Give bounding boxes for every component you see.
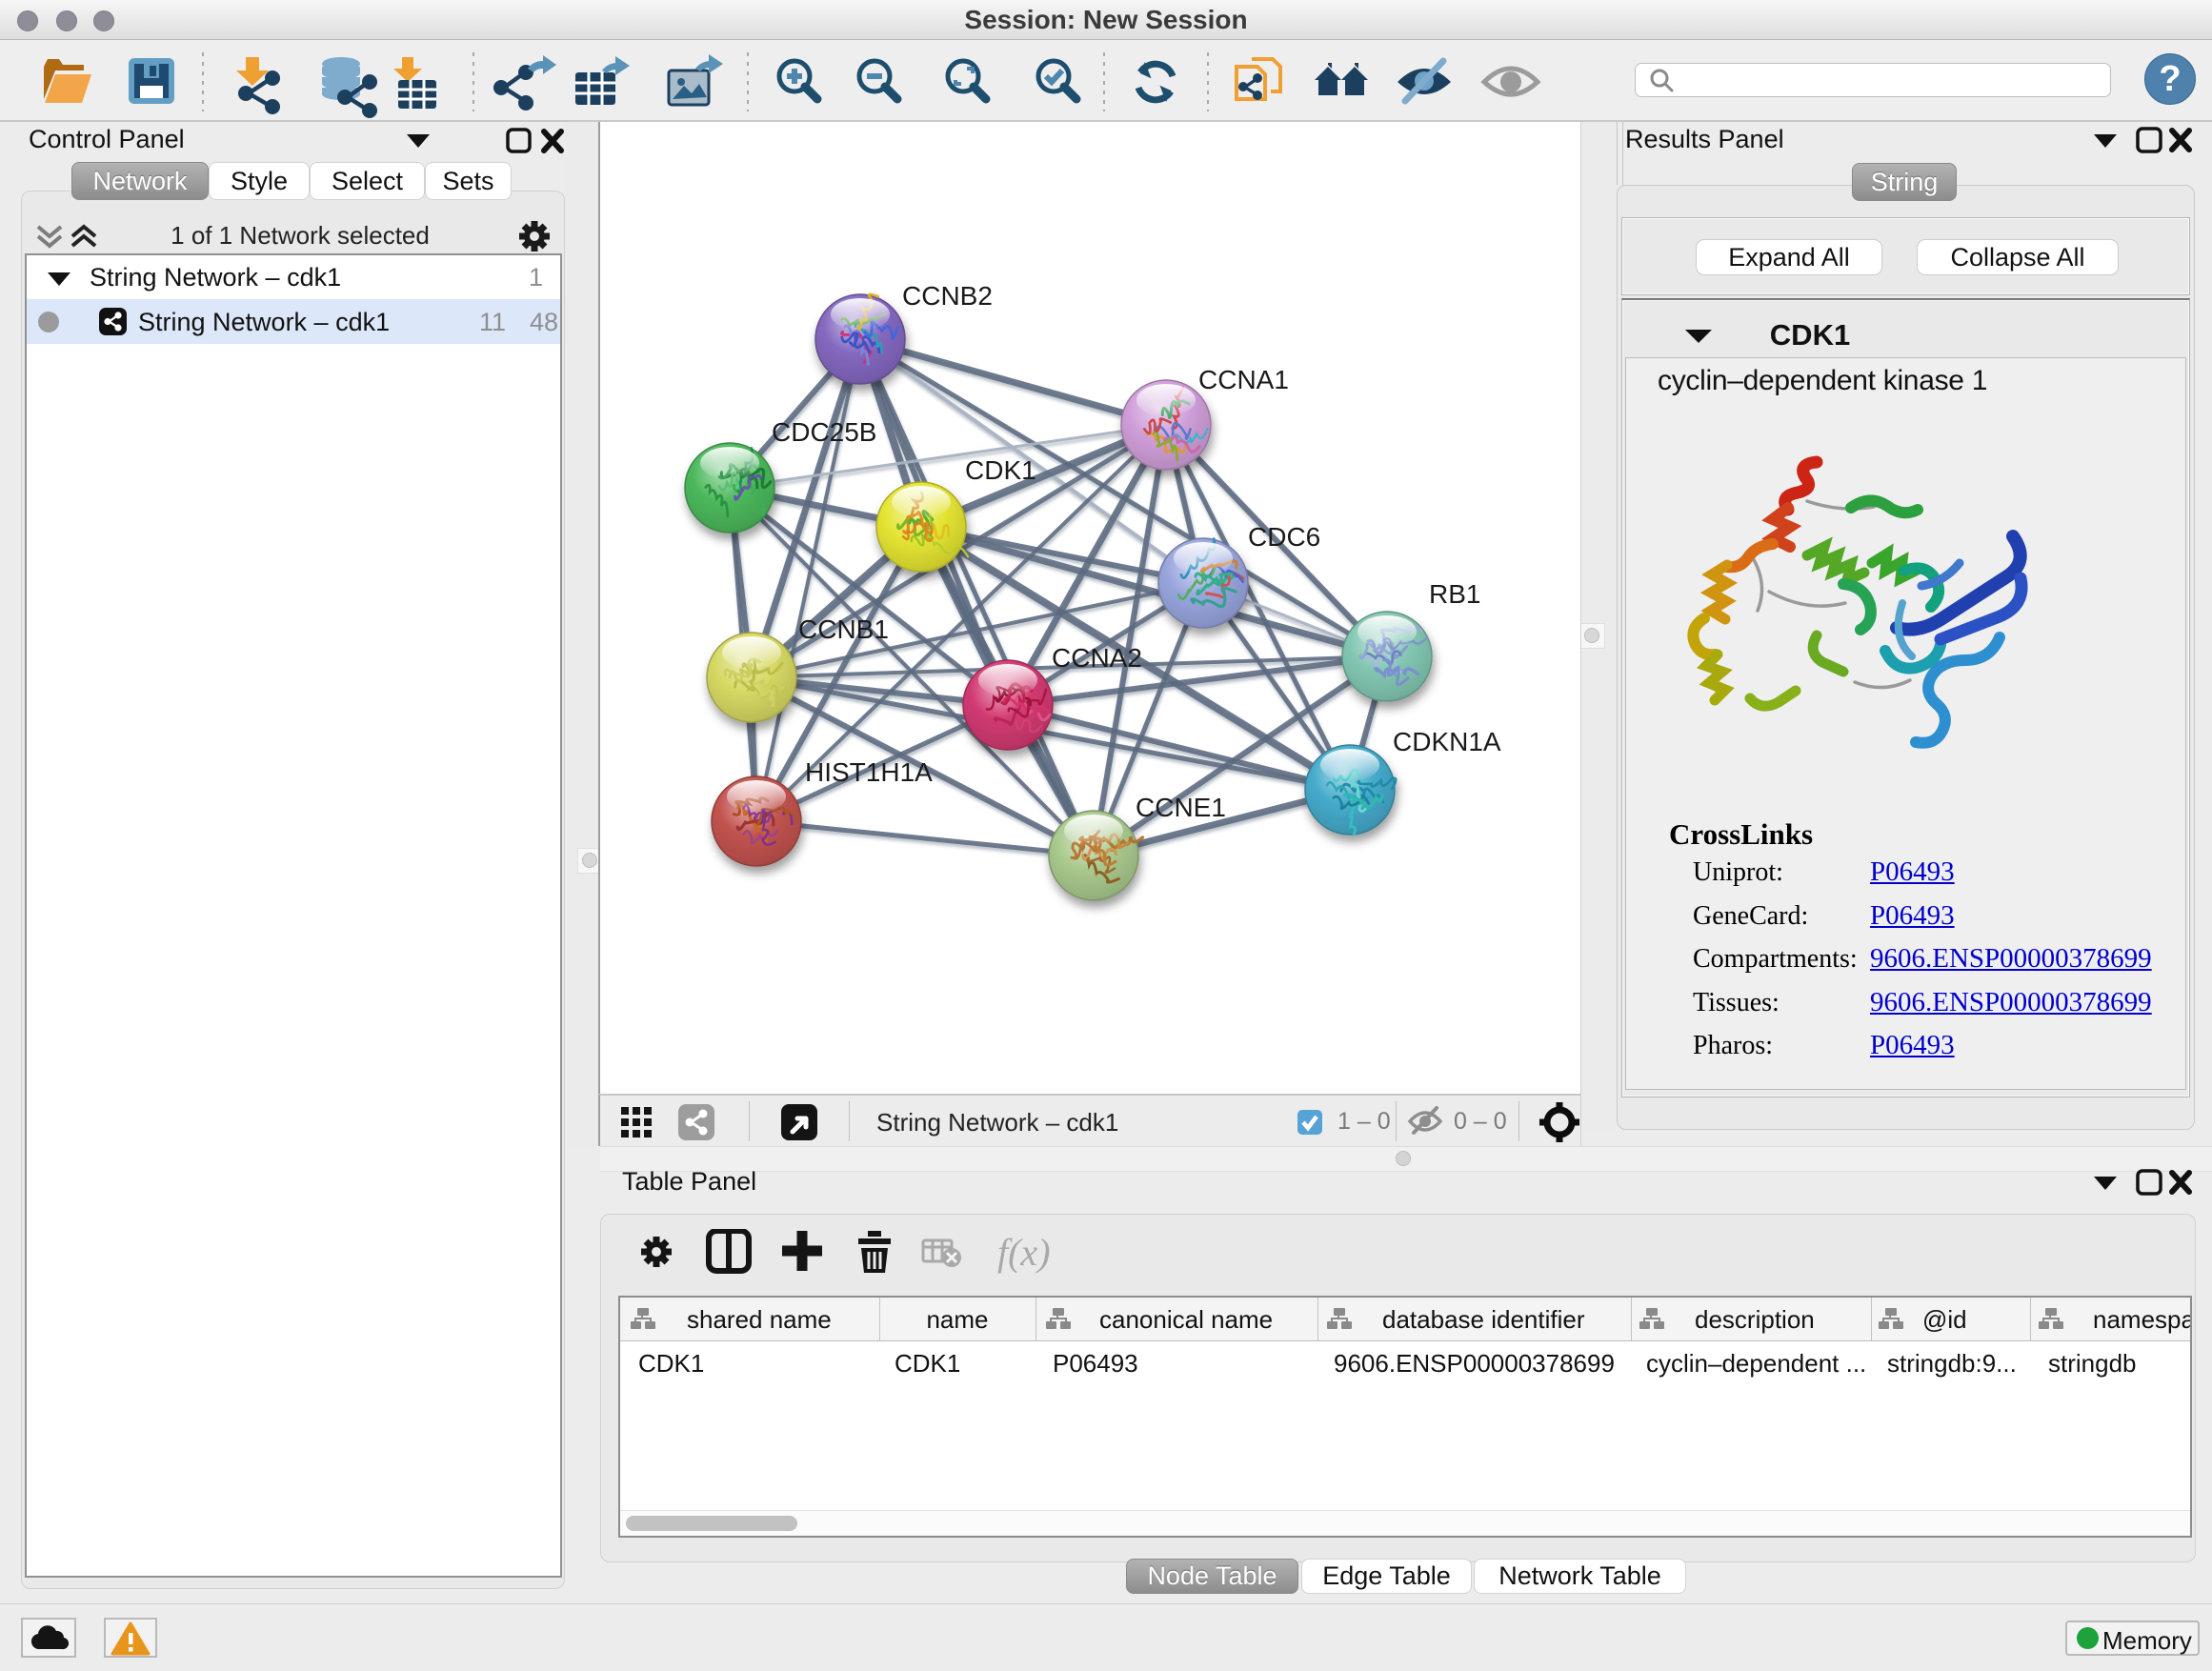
svg-text:CDKN1A: CDKN1A [1393, 727, 1501, 756]
svg-text:f(x): f(x) [997, 1231, 1051, 1274]
svg-text:HIST1H1A: HIST1H1A [805, 757, 933, 787]
svg-text:RB1: RB1 [1429, 579, 1480, 609]
svg-text:CCNA2: CCNA2 [1052, 643, 1142, 673]
svg-text:CCNB2: CCNB2 [902, 281, 993, 311]
svg-text:CDC25B: CDC25B [772, 417, 876, 447]
svg-text:CCNE1: CCNE1 [1136, 793, 1226, 822]
svg-text:CCNB1: CCNB1 [798, 614, 889, 644]
svg-text:CCNA1: CCNA1 [1198, 365, 1289, 394]
svg-text:CDC6: CDC6 [1248, 522, 1320, 552]
svg-text:CDK1: CDK1 [965, 455, 1036, 485]
